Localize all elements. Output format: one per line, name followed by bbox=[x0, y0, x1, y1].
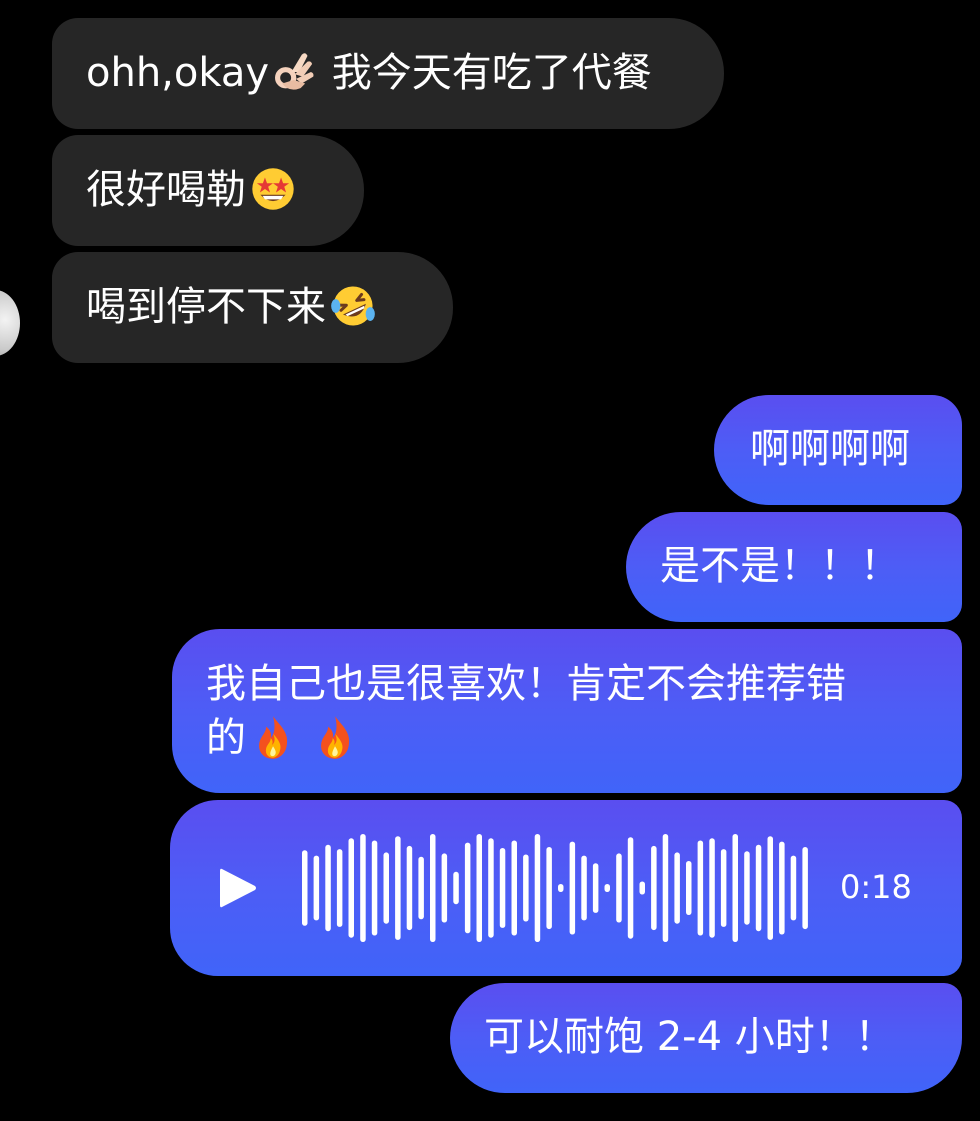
waveform-bar bbox=[662, 834, 669, 942]
waveform-bar bbox=[325, 844, 331, 932]
waveform-bar bbox=[476, 834, 482, 942]
waveform-bar bbox=[639, 881, 645, 895]
waveform-bar bbox=[348, 838, 354, 938]
waveform-bar bbox=[581, 855, 587, 921]
waveform-bar bbox=[418, 856, 424, 920]
waveform-bar bbox=[744, 851, 750, 925]
waveform-bar bbox=[558, 884, 564, 892]
waveform-bar bbox=[395, 836, 401, 940]
waveform-bar bbox=[464, 842, 471, 934]
waveform-bar bbox=[686, 861, 692, 915]
waveform-bar bbox=[360, 834, 366, 942]
waveform-bar bbox=[616, 853, 622, 923]
voice-duration: 0:18 bbox=[840, 868, 912, 906]
waveform-bar bbox=[604, 884, 610, 892]
incoming-message[interactable]: 喝到停不下来 bbox=[52, 252, 453, 363]
waveform-bar bbox=[523, 854, 529, 922]
waveform-bar bbox=[441, 853, 448, 923]
waveform-bar bbox=[732, 834, 738, 942]
message-text-line2: 的 bbox=[206, 715, 246, 761]
incoming-message[interactable]: 很好喝勒 bbox=[52, 135, 364, 246]
waveform-bar bbox=[720, 849, 727, 927]
waveform-bar bbox=[302, 850, 308, 926]
waveform-bar bbox=[430, 834, 436, 942]
waveform-bar bbox=[767, 836, 773, 940]
outgoing-message[interactable]: 啊啊啊啊 bbox=[714, 395, 962, 505]
rofl-emoji-icon bbox=[330, 283, 376, 329]
waveform-bar bbox=[499, 848, 506, 928]
waveform-bar bbox=[592, 863, 599, 913]
star-struck-emoji-icon bbox=[250, 166, 296, 212]
waveform-bar bbox=[453, 871, 459, 905]
waveform-bar bbox=[511, 840, 517, 936]
message-text: 很好喝勒 bbox=[86, 167, 246, 213]
sender-avatar[interactable] bbox=[0, 290, 20, 356]
waveform-bar bbox=[336, 849, 343, 927]
waveform-bar bbox=[313, 855, 320, 921]
message-text-line1: 我自己也是很喜欢！肯定不会推荐错 bbox=[206, 661, 846, 707]
waveform-bar bbox=[651, 845, 657, 931]
waveform-bar bbox=[802, 847, 808, 930]
waveform[interactable] bbox=[300, 832, 812, 944]
message-text-suffix: 我今天有吃了代餐 bbox=[319, 50, 652, 96]
message-text: 可以耐饱 2-4 小时！！ bbox=[484, 1014, 895, 1060]
waveform-bar bbox=[488, 838, 494, 938]
fire-emoji-icon bbox=[312, 714, 358, 760]
waveform-bar bbox=[383, 852, 389, 924]
waveform-bar bbox=[674, 852, 680, 924]
outgoing-message[interactable]: 我自己也是很喜欢！肯定不会推荐错 的 bbox=[172, 629, 962, 793]
waveform-bar bbox=[569, 841, 576, 935]
waveform-bar bbox=[755, 844, 762, 932]
waveform-bar bbox=[627, 837, 634, 939]
waveform-bar bbox=[790, 855, 797, 921]
outgoing-message[interactable]: 是不是！！！ bbox=[626, 512, 962, 622]
ok-hand-emoji-icon bbox=[273, 49, 319, 95]
incoming-message[interactable]: ohh,okay 我今天有吃了代餐 bbox=[52, 18, 724, 129]
message-text: 啊啊啊啊 bbox=[750, 426, 910, 472]
waveform-bar bbox=[779, 841, 785, 935]
play-icon[interactable] bbox=[218, 866, 258, 910]
message-text: ohh,okay bbox=[86, 50, 270, 96]
waveform-bar bbox=[546, 847, 552, 930]
waveform-bar bbox=[534, 834, 541, 942]
fire-emoji-icon bbox=[250, 714, 296, 760]
waveform-bar bbox=[406, 845, 413, 931]
waveform-bar bbox=[697, 840, 704, 936]
waveform-bar bbox=[709, 838, 715, 938]
waveform-bar bbox=[371, 840, 378, 936]
message-text: 是不是！！！ bbox=[660, 543, 900, 589]
outgoing-message[interactable]: 可以耐饱 2-4 小时！！ bbox=[450, 983, 962, 1093]
message-text: 喝到停不下来 bbox=[86, 284, 326, 330]
